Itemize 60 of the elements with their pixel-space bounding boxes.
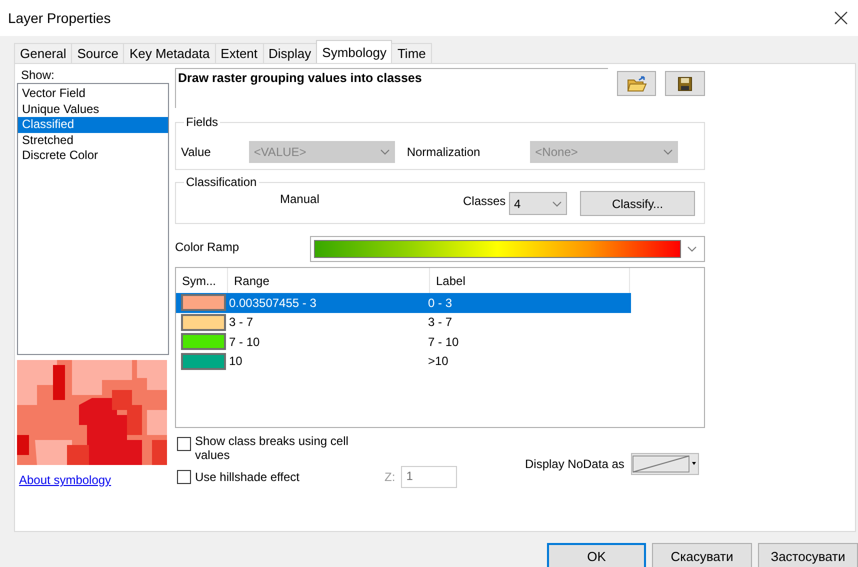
normalization-label: Normalization: [406, 145, 480, 159]
table-row[interactable]: 7 - 10 7 - 10: [176, 332, 631, 352]
no-color-swatch-icon: [632, 454, 690, 472]
color-ramp-label: Color Ramp: [175, 240, 240, 256]
show-label: Show:: [21, 68, 56, 81]
chevron-down-icon: [552, 200, 562, 206]
chevron-down-icon: [663, 149, 674, 155]
tab[interactable]: Time: [391, 43, 432, 63]
description-text: Draw raster grouping values into classes: [175, 68, 608, 108]
color-ramp-dropdown[interactable]: [310, 236, 705, 262]
label-cell: >10: [428, 354, 448, 368]
list-item[interactable]: Unique Values: [18, 102, 168, 117]
list-item[interactable]: Vector Field: [18, 86, 168, 102]
color-swatch[interactable]: [181, 314, 226, 331]
nodata-color-dropdown[interactable]: [631, 452, 700, 474]
tab[interactable]: Symbology: [316, 40, 392, 63]
close-icon[interactable]: [834, 11, 848, 25]
group-title: Fields: [184, 115, 220, 129]
checkbox[interactable]: [177, 437, 191, 451]
save-button[interactable]: [665, 71, 705, 96]
group-title: Classification: [184, 175, 259, 189]
color-swatch[interactable]: [181, 352, 226, 370]
range-cell-text: 10: [229, 354, 244, 368]
checkbox[interactable]: [177, 470, 191, 484]
dialog-button[interactable]: OK: [547, 543, 646, 567]
label-cell: 7 - 10: [428, 334, 459, 349]
nodata-label: Display NoData as: [525, 456, 624, 470]
color-swatch[interactable]: [181, 333, 226, 350]
range-cell-text: 7 - 10: [229, 334, 261, 349]
classify-button[interactable]: Classify...: [580, 191, 695, 216]
range-cell-text: 3 - 7: [229, 315, 254, 330]
table-row[interactable]: 3 - 7 3 - 7: [176, 312, 631, 332]
chevron-down-icon: [380, 149, 390, 155]
tab[interactable]: Display: [262, 43, 318, 63]
checkbox-label: Use hillshade effect: [195, 470, 300, 484]
classes-label: Classes: [463, 194, 506, 208]
range-cell-text: 0.003507455 - 3: [229, 296, 318, 310]
list-item[interactable]: Classified: [18, 117, 168, 132]
checkbox-label: Show class breaks using cell values: [195, 434, 350, 462]
window-title: Layer Properties: [8, 10, 111, 26]
method-text: Manual: [280, 192, 320, 206]
chevron-down-icon: [686, 246, 697, 252]
label-cell: 0 - 3: [428, 296, 452, 310]
dropdown-arrow-icon: [692, 462, 696, 465]
label-cell: 3 - 7: [428, 315, 452, 330]
dialog-button[interactable]: Скасувати: [652, 543, 752, 567]
classes-dropdown[interactable]: 4: [509, 192, 567, 215]
value-label: Value: [181, 145, 211, 159]
color-swatch[interactable]: [181, 294, 226, 312]
z-label: Z:: [384, 470, 396, 484]
list-item[interactable]: Stretched: [18, 132, 168, 148]
tab[interactable]: General: [14, 43, 72, 63]
tab[interactable]: Key Metadata: [123, 43, 216, 63]
dialog-button[interactable]: Застосувати: [758, 543, 858, 567]
table-row[interactable]: 10 >10: [176, 352, 631, 371]
about-link[interactable]: About symbology: [19, 473, 169, 487]
open-button[interactable]: [616, 71, 656, 96]
folder-icon: [626, 76, 647, 92]
list-item[interactable]: Discrete Color: [18, 148, 168, 164]
table-row[interactable]: 0.003507455 - 3 0 - 3: [176, 293, 631, 312]
